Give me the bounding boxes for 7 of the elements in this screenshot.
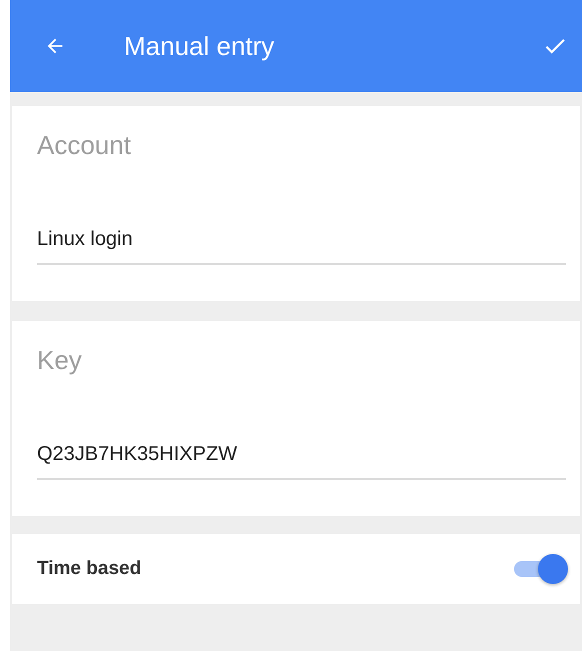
toggle-switch[interactable]: [512, 554, 568, 584]
field-label: Account: [37, 130, 132, 162]
screen-title: Manual entry: [124, 30, 276, 62]
input-field[interactable]: Q23JB7HK35HIXPZW: [37, 437, 566, 480]
field-label: Key: [37, 345, 83, 377]
input-field[interactable]: Linux login: [37, 222, 566, 265]
toggle-label: Time based: [37, 558, 142, 580]
